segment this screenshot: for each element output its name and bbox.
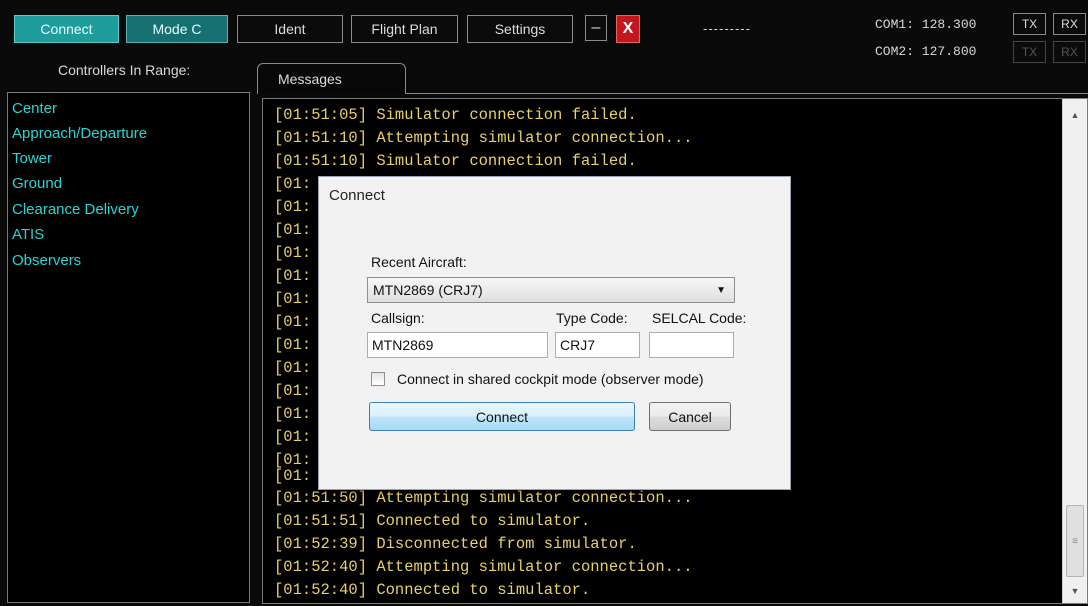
status-text: --------- <box>703 21 751 36</box>
controller-item-clearance-delivery[interactable]: Clearance Delivery <box>12 201 139 218</box>
com1-rx-button[interactable]: RX <box>1053 13 1086 35</box>
chevron-down-icon: ▼ <box>716 285 726 296</box>
message-line: [01: <box>274 290 312 308</box>
controller-item-center[interactable]: Center <box>12 100 57 117</box>
controllers-list <box>7 92 250 603</box>
selcal-code-field[interactable] <box>649 332 734 358</box>
message-line: [01: <box>274 267 312 285</box>
controller-item-atis[interactable]: ATIS <box>12 226 44 243</box>
mode-c-button[interactable]: Mode C <box>126 15 228 43</box>
message-line: [01:51:05] Simulator connection failed. <box>274 106 637 124</box>
recent-aircraft-value: MTN2869 (CRJ7) <box>373 282 483 298</box>
callsign-label: Callsign: <box>371 310 425 326</box>
controllers-in-range-label: Controllers In Range: <box>58 62 191 78</box>
com2-frequency: COM2: 127.800 <box>875 44 977 59</box>
minimize-button[interactable]: – <box>585 15 607 41</box>
message-line: [01: <box>274 221 312 239</box>
controller-item-approach-departure[interactable]: Approach/Departure <box>12 125 147 142</box>
connect-dialog: Connect Recent Aircraft: MTN2869 (CRJ7) … <box>318 176 791 490</box>
message-line: [01: <box>274 244 312 262</box>
message-line: [01: <box>274 405 312 423</box>
message-line: [01:52:39] Disconnected from simulator. <box>274 535 637 553</box>
shared-cockpit-label: Connect in shared cockpit mode (observer… <box>397 371 704 387</box>
scroll-thumb[interactable]: ≡ <box>1066 505 1084 577</box>
dialog-cancel-button[interactable]: Cancel <box>649 402 731 431</box>
recent-aircraft-select[interactable]: MTN2869 (CRJ7) ▼ <box>367 277 735 303</box>
message-line: [01: <box>274 382 312 400</box>
dialog-connect-button[interactable]: Connect <box>369 402 635 431</box>
message-line: [01:51:50] Attempting simulator connecti… <box>274 489 693 507</box>
message-line: [01:52:40] Attempting simulator connecti… <box>274 558 693 576</box>
message-line: [01:51:10] Attempting simulator connecti… <box>274 129 693 147</box>
message-line: [01:51:51] Connected to simulator. <box>274 512 591 530</box>
com2-rx-button[interactable]: RX <box>1053 41 1086 63</box>
ident-button[interactable]: Ident <box>237 15 343 43</box>
message-line: [01: <box>274 428 312 446</box>
controller-item-tower[interactable]: Tower <box>12 150 52 167</box>
scroll-down-icon[interactable]: ▼ <box>1063 581 1087 601</box>
controller-item-observers[interactable]: Observers <box>12 252 81 269</box>
flight-plan-button[interactable]: Flight Plan <box>351 15 458 43</box>
type-code-label: Type Code: <box>556 310 628 326</box>
recent-aircraft-label: Recent Aircraft: <box>371 254 467 270</box>
message-line: [01: <box>274 198 312 216</box>
com1-frequency: COM1: 128.300 <box>875 17 977 32</box>
shared-cockpit-checkbox[interactable] <box>371 372 385 386</box>
message-line: [01: <box>274 467 312 485</box>
message-line: [01: <box>274 175 312 193</box>
message-line: [01:52:40] Connected to simulator. <box>274 581 591 599</box>
message-line: [01: <box>274 359 312 377</box>
com2-tx-button[interactable]: TX <box>1013 41 1046 63</box>
settings-button[interactable]: Settings <box>467 15 573 43</box>
com1-tx-button[interactable]: TX <box>1013 13 1046 35</box>
tab-divider <box>406 93 1088 94</box>
connect-button[interactable]: Connect <box>14 15 119 43</box>
messages-scrollbar[interactable]: ▲ ≡ ▼ <box>1062 99 1087 603</box>
message-line: [01: <box>274 313 312 331</box>
scroll-up-icon[interactable]: ▲ <box>1063 105 1087 125</box>
callsign-field[interactable]: MTN2869 <box>367 332 548 358</box>
selcal-code-label: SELCAL Code: <box>652 310 747 326</box>
tab-messages[interactable]: Messages <box>257 63 406 94</box>
dialog-title: Connect <box>329 187 385 204</box>
message-line: [01:51:10] Simulator connection failed. <box>274 152 637 170</box>
close-button[interactable]: X <box>616 15 640 43</box>
controller-item-ground[interactable]: Ground <box>12 175 62 192</box>
message-line: [01: <box>274 336 312 354</box>
type-code-field[interactable]: CRJ7 <box>555 332 640 358</box>
